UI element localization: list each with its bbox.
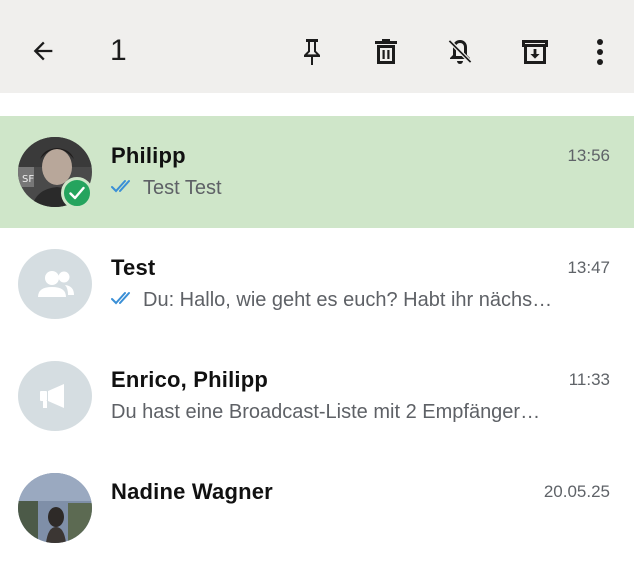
broadcast-icon: [40, 384, 64, 408]
selection-toolbar: 1: [0, 0, 634, 93]
archive-icon: [522, 40, 548, 64]
chat-time: 11:33: [568, 370, 610, 389]
chat-row-test[interactable]: Test 13:47 Du: Hallo, wie geht es euch? …: [0, 228, 634, 340]
avatar-photo: [18, 473, 92, 543]
chat-row-broadcast[interactable]: Enrico, Philipp 11:33 Du hast eine Broad…: [0, 340, 634, 452]
avatar-broadcast: [18, 361, 92, 431]
group-icon: [38, 271, 74, 297]
chat-name: Test: [111, 255, 156, 280]
chat-preview-text: Test Test: [143, 177, 222, 199]
pin-icon: [304, 39, 320, 65]
selected-check-badge: [61, 177, 93, 209]
chat-preview: Du: Hallo, wie geht es euch? Habt ihr nä…: [111, 289, 552, 312]
mute-icon: [447, 38, 473, 65]
double-check-icon: [111, 289, 137, 312]
chat-row-nadine-wagner[interactable]: Nadine Wagner 20.05.25: [0, 452, 634, 564]
more-vert-icon: [597, 39, 603, 65]
avatar-group: [18, 249, 92, 319]
svg-text:SF: SF: [22, 174, 34, 185]
pin-button[interactable]: [288, 28, 336, 76]
mute-button[interactable]: [436, 28, 484, 76]
chat-preview-text: Du hast eine Broadcast-Liste mit 2 Empfä…: [111, 401, 541, 423]
delete-button[interactable]: [362, 28, 410, 76]
double-check-icon: [111, 177, 137, 200]
chat-time: 13:47: [567, 258, 610, 277]
delete-icon: [375, 39, 397, 64]
back-button[interactable]: [19, 27, 67, 75]
chat-preview: Test Test: [111, 177, 222, 200]
chat-time: 13:56: [567, 146, 610, 165]
archive-button[interactable]: [511, 28, 559, 76]
chat-name: Enrico, Philipp: [111, 367, 269, 392]
check-icon: [69, 186, 85, 200]
chat-preview: Du hast eine Broadcast-Liste mit 2 Empfä…: [111, 401, 540, 424]
arrow-left-icon: [33, 41, 53, 61]
chat-name: Nadine Wagner: [111, 479, 273, 504]
more-options-button[interactable]: [576, 28, 624, 76]
chat-preview-text: Du: Hallo, wie geht es euch? Habt ihr nä…: [143, 289, 553, 311]
selected-count: 1: [110, 34, 127, 67]
chat-name: Philipp: [111, 143, 186, 168]
chat-time: 20.05.25: [543, 482, 610, 501]
chat-row-philipp[interactable]: SF Philipp 13:56 Test Test: [0, 116, 634, 228]
